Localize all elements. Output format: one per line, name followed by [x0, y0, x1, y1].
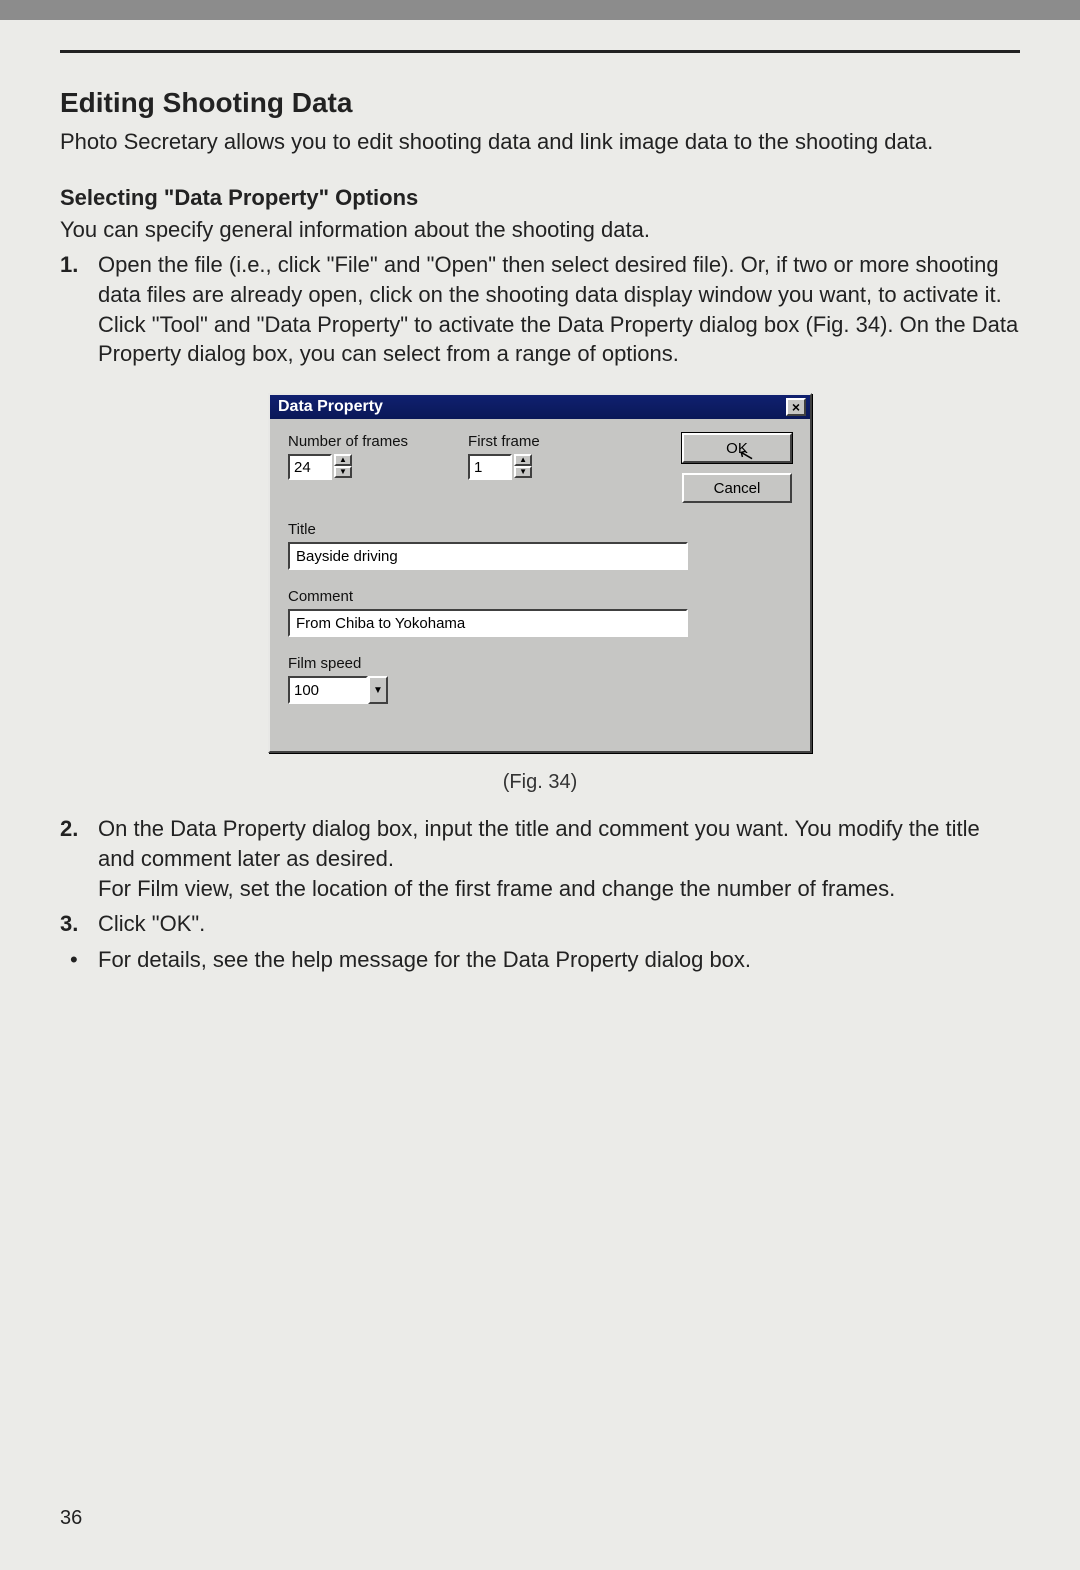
comment-block: Comment From Chiba to Yokohama	[288, 588, 792, 637]
first-frame-label: First frame	[468, 433, 540, 450]
comment-input[interactable]: From Chiba to Yokohama	[288, 609, 688, 637]
figure-caption: (Fig. 34)	[60, 771, 1020, 794]
frames-up-icon[interactable]: ▲	[334, 454, 352, 466]
frames-value[interactable]: 24	[288, 454, 332, 480]
first-frame-group: First frame 1 ▲ ▼	[468, 433, 540, 480]
ok-label: OK	[726, 440, 748, 457]
first-frame-down-icon[interactable]: ▼	[514, 466, 532, 478]
page-title: Editing Shooting Data	[60, 87, 1020, 119]
film-speed-block: Film speed 100 ▼	[288, 655, 792, 704]
title-label: Title	[288, 521, 792, 538]
intro-paragraph: Photo Secretary allows you to edit shoot…	[60, 127, 1020, 157]
frames-label: Number of frames	[288, 433, 408, 450]
close-button[interactable]: ×	[786, 398, 806, 416]
dropdown-icon[interactable]: ▼	[368, 676, 388, 704]
page-number: 36	[60, 1507, 82, 1530]
scan-top-bar	[0, 0, 1080, 20]
bullet-1: For details, see the help message for th…	[60, 945, 1020, 975]
instruction-list: Open the file (i.e., click "File" and "O…	[60, 250, 1020, 369]
title-block: Title Bayside driving	[288, 521, 792, 570]
figure-wrap: Data Property × Number of frames 24 ▲ ▼	[60, 393, 1020, 794]
comment-label: Comment	[288, 588, 792, 605]
dialog-titlebar: Data Property ×	[270, 395, 810, 419]
step-2b-text: For Film view, set the location of the f…	[98, 876, 895, 901]
first-frame-spinner[interactable]: 1 ▲ ▼	[468, 454, 540, 480]
data-property-dialog: Data Property × Number of frames 24 ▲ ▼	[268, 393, 812, 753]
step-1: Open the file (i.e., click "File" and "O…	[60, 250, 1020, 369]
cancel-button[interactable]: Cancel	[682, 473, 792, 503]
subheading: Selecting "Data Property" Options	[60, 185, 1020, 211]
film-speed-value[interactable]: 100	[288, 676, 368, 704]
first-frame-value[interactable]: 1	[468, 454, 512, 480]
film-speed-select[interactable]: 100 ▼	[288, 676, 388, 704]
close-icon: ×	[792, 400, 800, 414]
dialog-body: Number of frames 24 ▲ ▼ First frame	[270, 419, 810, 751]
title-input[interactable]: Bayside driving	[288, 542, 688, 570]
first-frame-up-icon[interactable]: ▲	[514, 454, 532, 466]
dialog-title: Data Property	[278, 398, 383, 416]
sub-intro-paragraph: You can specify general information abou…	[60, 215, 1020, 245]
film-speed-label: Film speed	[288, 655, 792, 672]
frames-down-icon[interactable]: ▼	[334, 466, 352, 478]
document-page: Editing Shooting Data Photo Secretary al…	[0, 50, 1080, 1570]
ok-button[interactable]: OK ↖	[682, 433, 792, 463]
top-rule	[60, 50, 1020, 53]
bullet-list: For details, see the help message for th…	[60, 945, 1020, 975]
cancel-label: Cancel	[714, 480, 761, 497]
step-3: Click "OK".	[60, 909, 1020, 939]
step-2-text: On the Data Property dialog box, input t…	[98, 816, 980, 871]
step-2: On the Data Property dialog box, input t…	[60, 814, 1020, 903]
instruction-list-2: On the Data Property dialog box, input t…	[60, 814, 1020, 939]
frames-spinner[interactable]: 24 ▲ ▼	[288, 454, 408, 480]
frames-group: Number of frames 24 ▲ ▼	[288, 433, 408, 480]
